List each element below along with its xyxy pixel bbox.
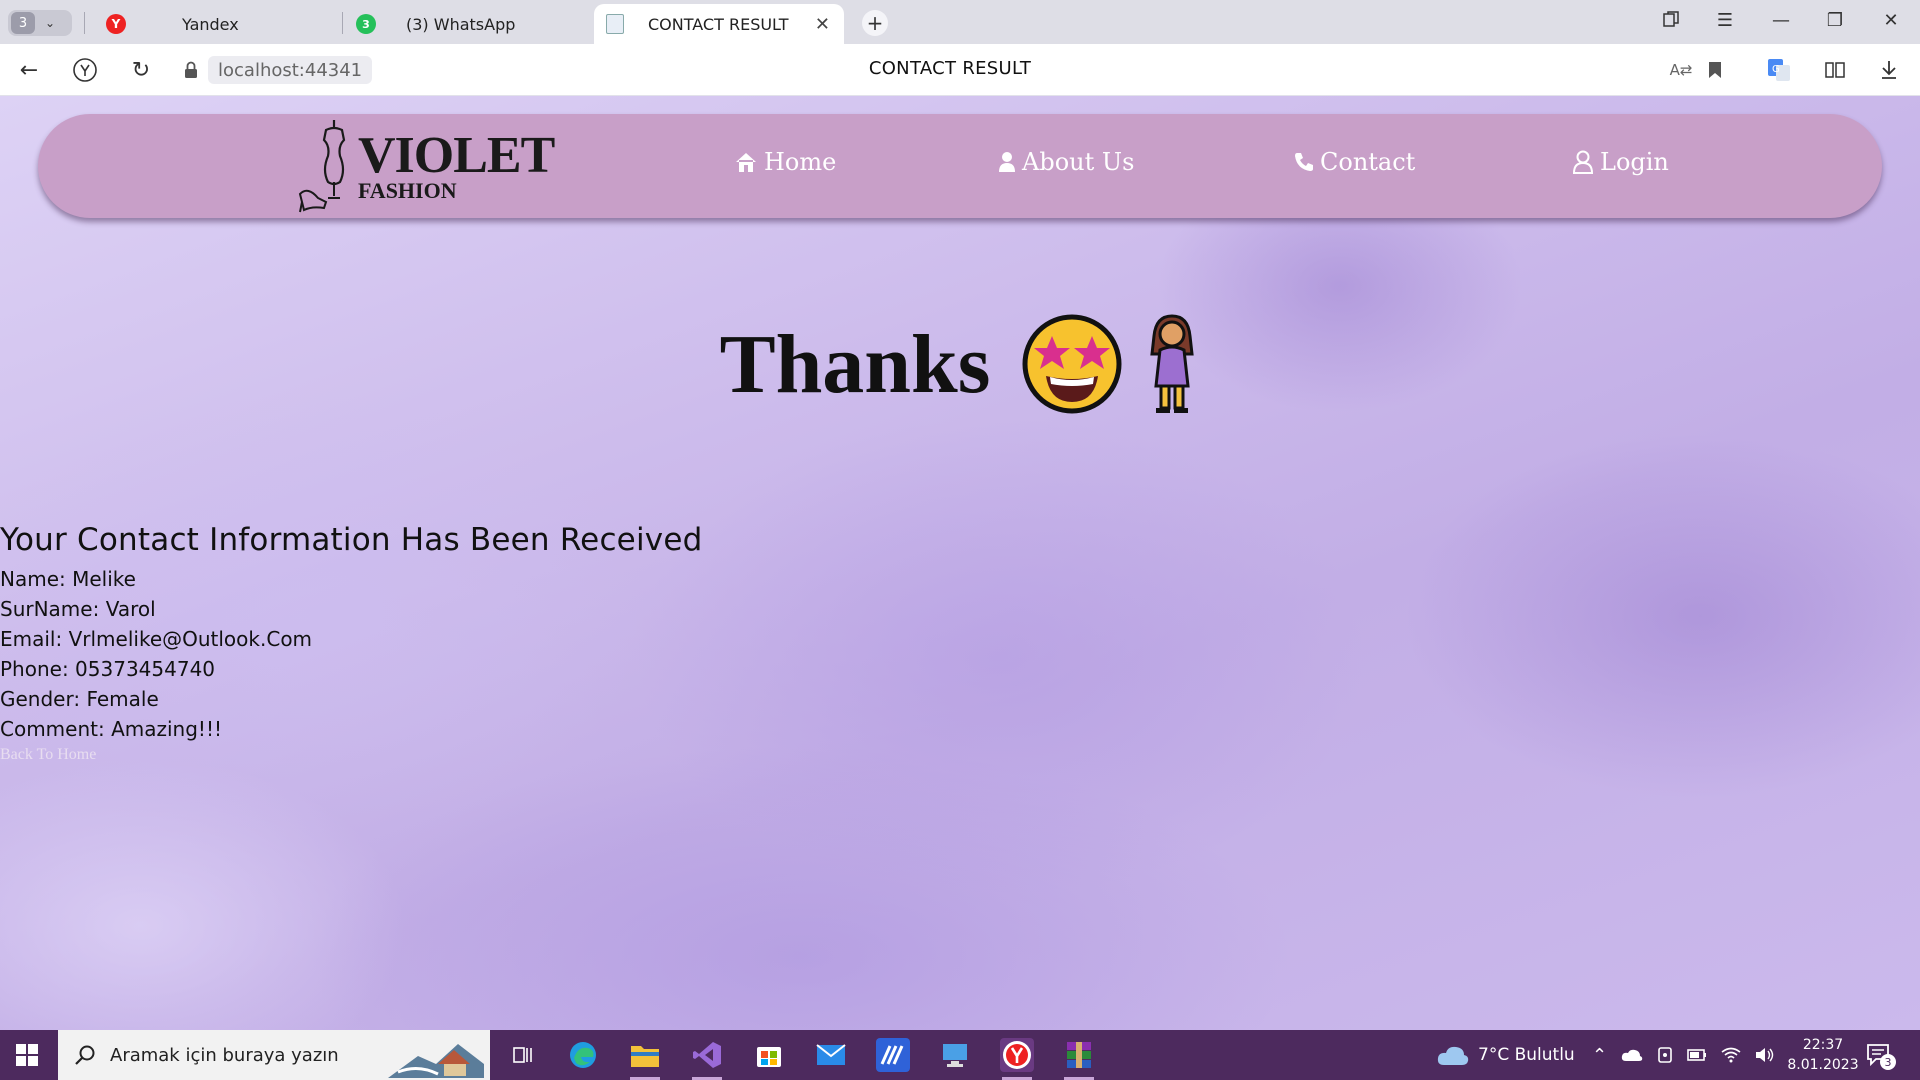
clock-date: 8.01.2023 (1787, 1057, 1859, 1073)
search-placeholder: Aramak için buraya yazın (110, 1044, 339, 1066)
nav-login-label: Login (1600, 148, 1669, 176)
yandex-browser-icon[interactable] (1000, 1038, 1034, 1080)
taskbar-search[interactable]: Aramak için buraya yazın (58, 1030, 490, 1080)
page-icon (606, 14, 624, 34)
onedrive-icon[interactable] (1621, 1048, 1643, 1062)
star-struck-emoji-icon (1022, 314, 1122, 414)
nav-login[interactable]: Login (1572, 148, 1669, 176)
tray-chevron-up-icon[interactable]: ⌃ (1592, 1045, 1607, 1066)
bookmark-icon[interactable] (1702, 57, 1728, 83)
logo[interactable]: VIOLET FASHION (294, 116, 599, 216)
info-gender: Gender: Female (0, 687, 159, 711)
info-phone: Phone: 05373454740 (0, 657, 216, 681)
collections-icon[interactable] (1656, 10, 1686, 33)
info-name: Name: Melike (0, 567, 136, 591)
page-title: CONTACT RESULT (868, 58, 1032, 79)
info-surname: SurName: Varol (0, 597, 156, 621)
contact-info: Your Contact Information Has Been Receiv… (0, 522, 702, 764)
mail-icon[interactable] (814, 1038, 848, 1072)
tab-title: (3) WhatsApp (406, 14, 516, 34)
nav-home-label: Home (764, 148, 837, 176)
tab-separator (342, 12, 343, 34)
system-tray: ⌃ (1592, 1030, 1775, 1080)
weather-widget[interactable]: 7°C Bulutlu (1436, 1030, 1575, 1080)
nav-about-label: About Us (1022, 148, 1135, 176)
tab-whatsapp[interactable]: 3 (3) WhatsApp (344, 4, 592, 44)
page-content: VIOLET FASHION Home About Us Contact Log… (0, 96, 1920, 1030)
tab-title: CONTACT RESULT (648, 14, 789, 34)
logo-subtitle: FASHION (358, 178, 457, 203)
translate-icon[interactable]: A⇄ (1668, 57, 1694, 83)
new-tab-button[interactable]: + (862, 10, 888, 36)
user-outline-icon (1572, 150, 1594, 174)
user-icon (999, 152, 1015, 172)
task-view-icon[interactable] (506, 1038, 540, 1072)
wifi-icon[interactable] (1721, 1047, 1741, 1063)
address-bar: ← ↻ localhost:44341 CONTACT RESULT A⇄ G (0, 44, 1920, 96)
yandex-icon: Y (106, 14, 126, 34)
whatsapp-icon: 3 (356, 14, 376, 34)
info-heading: Your Contact Information Has Been Receiv… (0, 522, 703, 558)
restore-icon[interactable]: ❐ (1820, 10, 1850, 31)
back-to-home-link[interactable]: Back To Home (0, 746, 702, 764)
cloud-weather-icon (1437, 1046, 1469, 1065)
browser-tab-strip: 3 ⌄ Y Yandex 3 (3) WhatsApp CONTACT RESU… (0, 0, 1920, 44)
nav-contact-label: Contact (1320, 148, 1416, 176)
visual-studio-icon[interactable] (690, 1038, 724, 1080)
device-icon[interactable] (1657, 1046, 1673, 1064)
thanks-heading: Thanks (0, 314, 1920, 414)
phone-icon (1295, 153, 1313, 171)
tab-title: Yandex (182, 14, 239, 34)
standing-woman-emoji-icon (1150, 314, 1195, 413)
tab-contact-result[interactable]: CONTACT RESULT ✕ (594, 4, 844, 44)
weather-text: 7°C Bulutlu (1478, 1045, 1575, 1065)
search-icon (75, 1045, 95, 1065)
info-email: Email: Vrlmelike@Outlook.Com (0, 627, 313, 651)
google-translate-icon[interactable]: G (1766, 57, 1792, 83)
nav-home[interactable]: Home (734, 148, 836, 176)
edge-icon[interactable] (566, 1038, 600, 1072)
windows-start-icon[interactable] (16, 1044, 38, 1066)
winrar-icon[interactable] (1062, 1038, 1096, 1080)
tab-count: 3 (11, 12, 35, 34)
file-explorer-icon[interactable] (628, 1038, 662, 1080)
download-icon[interactable] (1876, 57, 1902, 83)
menu-icon[interactable]: ☰ (1710, 10, 1740, 31)
site-navbar: VIOLET FASHION Home About Us Contact Log… (38, 114, 1882, 218)
logo-title: VIOLET (358, 127, 555, 184)
microsoft-store-icon[interactable] (752, 1038, 786, 1072)
notification-badge: 3 (1880, 1054, 1896, 1070)
remote-desktop-icon[interactable] (938, 1038, 972, 1072)
reader-mode-icon[interactable] (1822, 57, 1848, 83)
notification-center-icon[interactable]: 3 (1866, 1042, 1896, 1070)
dress-form-logo-icon (298, 120, 346, 213)
taskbar-clock[interactable]: 22:37 8.01.2023 (1768, 1035, 1878, 1075)
chevron-down-icon: ⌄ (45, 16, 56, 30)
search-highlight-image (388, 1044, 484, 1078)
tab-separator (84, 12, 85, 34)
app-icon-blue[interactable] (876, 1038, 910, 1072)
svg-text:G: G (1772, 64, 1780, 75)
tab-yandex[interactable]: Y Yandex (94, 4, 344, 44)
clock-time: 22:37 (1802, 1037, 1844, 1053)
nav-about[interactable]: About Us (998, 148, 1134, 176)
thanks-text: Thanks (719, 317, 991, 411)
home-icon (736, 153, 756, 172)
nav-contact[interactable]: Contact (1294, 148, 1415, 176)
close-tab-icon[interactable]: ✕ (815, 14, 830, 35)
minimize-icon[interactable]: — (1766, 10, 1796, 31)
battery-icon[interactable] (1687, 1048, 1707, 1062)
info-comment: Comment: Amazing!!! (0, 717, 222, 741)
close-window-icon[interactable]: ✕ (1876, 10, 1906, 31)
windows-taskbar: Aramak için buraya yazın 7°C Bulutlu ⌃ 2… (0, 1030, 1920, 1080)
tab-counter-button[interactable]: 3 ⌄ (8, 10, 72, 36)
